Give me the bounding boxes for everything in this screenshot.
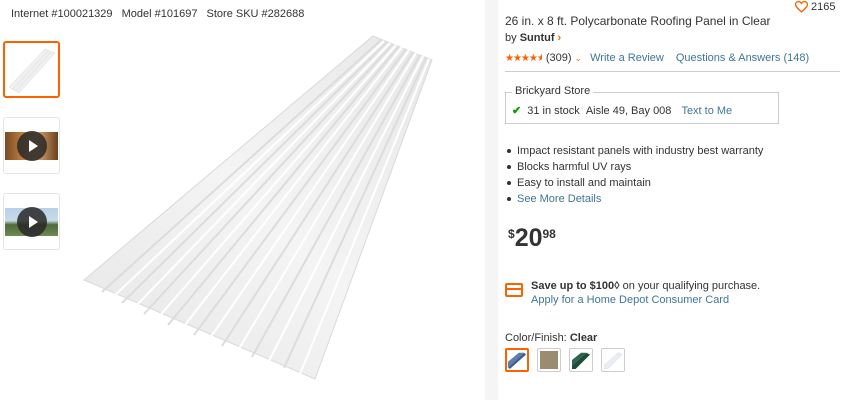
feature-item: Blocks harmful UV rays — [505, 159, 763, 175]
swatch-blue[interactable] — [505, 348, 529, 372]
product-hero-image — [83, 35, 433, 380]
swatch-blue-image — [508, 351, 526, 369]
questions-answers-link[interactable]: Questions & Answers (148) — [676, 52, 809, 64]
star-rating-icon[interactable]: ★★★★★ — [505, 53, 542, 64]
color-value: Clear — [569, 332, 598, 344]
thumbnail-video-2[interactable] — [3, 193, 60, 250]
swatch-tan-image — [540, 351, 558, 369]
swatch-clear-image — [603, 351, 623, 370]
aisle-location: Aisle 49, Bay 008 — [585, 104, 672, 117]
color-finish-label: Color/Finish: Clear — [505, 332, 597, 344]
promo-text: Save up to $100◊ on your qualifying purc… — [531, 280, 760, 292]
store-availability: Brickyard Store ✔ 31 in stock Aisle 49, … — [505, 85, 779, 124]
play-icon — [16, 130, 47, 161]
model-number: Model #101697 — [121, 8, 198, 20]
play-icon — [16, 206, 47, 237]
text-to-me-link[interactable]: Text to Me — [681, 105, 732, 117]
feature-list: Impact resistant panels with industry be… — [505, 143, 763, 207]
favorite-count: 2165 — [811, 1, 836, 13]
rating-row: ★★★★★ (309) ⌄ Write a Review Questions &… — [505, 52, 821, 64]
layout-divider — [485, 0, 498, 400]
swatch-green-image — [572, 351, 590, 369]
swatch-clear[interactable] — [601, 348, 625, 372]
product-title: 26 in. x 8 ft. Polycarbonate Roofing Pan… — [505, 14, 771, 28]
internet-number: Internet #100021329 — [11, 8, 113, 20]
feature-item: Impact resistant panels with industry be… — [505, 143, 763, 159]
thumbnail-image[interactable] — [3, 41, 60, 98]
store-name[interactable]: Brickyard Store — [512, 85, 594, 97]
credit-card-icon — [505, 283, 523, 297]
favorite-button[interactable]: 2165 — [795, 1, 835, 13]
stock-line: ✔ 31 in stock Aisle 49, Bay 008 Text to … — [512, 104, 732, 118]
brand-link[interactable]: Suntuf — [520, 32, 555, 44]
chevron-down-icon[interactable]: ⌄ — [575, 53, 583, 64]
divider — [505, 71, 840, 72]
price: $ 20 98 — [508, 223, 556, 253]
product-identifiers: Internet #100021329 Model #101697 Store … — [11, 8, 310, 20]
heart-icon — [795, 1, 808, 13]
by-label: by — [505, 32, 517, 44]
thumbnail-video-1[interactable] — [3, 117, 60, 174]
swatch-tan[interactable] — [537, 348, 561, 372]
write-review-link[interactable]: Write a Review — [590, 52, 664, 64]
promo-rest: on your qualifying purchase. — [619, 280, 761, 292]
see-more-details-link[interactable]: See More Details — [505, 191, 763, 207]
promo-savings: Save up to $100◊ — [531, 280, 620, 292]
store-sku: Store SKU #282688 — [206, 8, 305, 20]
chevron-right-icon: › — [557, 32, 562, 44]
panel-thumbnail-image — [8, 48, 56, 94]
stock-count: 31 in stock — [527, 104, 580, 117]
swatch-green[interactable] — [569, 348, 593, 372]
rating-count[interactable]: (309) — [546, 52, 572, 64]
product-page: Internet #100021329 Model #101697 Store … — [0, 0, 850, 400]
apply-card-link[interactable]: Apply for a Home Depot Consumer Card — [531, 294, 729, 306]
price-currency: $ — [508, 227, 515, 241]
brand-line: by Suntuf › — [505, 32, 561, 44]
color-label-text: Color/Finish: — [505, 332, 567, 344]
checkmark-icon: ✔ — [512, 105, 522, 117]
price-cents: 98 — [542, 227, 556, 241]
thumbnail-strip — [3, 41, 60, 269]
feature-item: Easy to install and maintain — [505, 175, 763, 191]
price-dollars: 20 — [514, 224, 543, 252]
color-swatches — [505, 348, 625, 372]
